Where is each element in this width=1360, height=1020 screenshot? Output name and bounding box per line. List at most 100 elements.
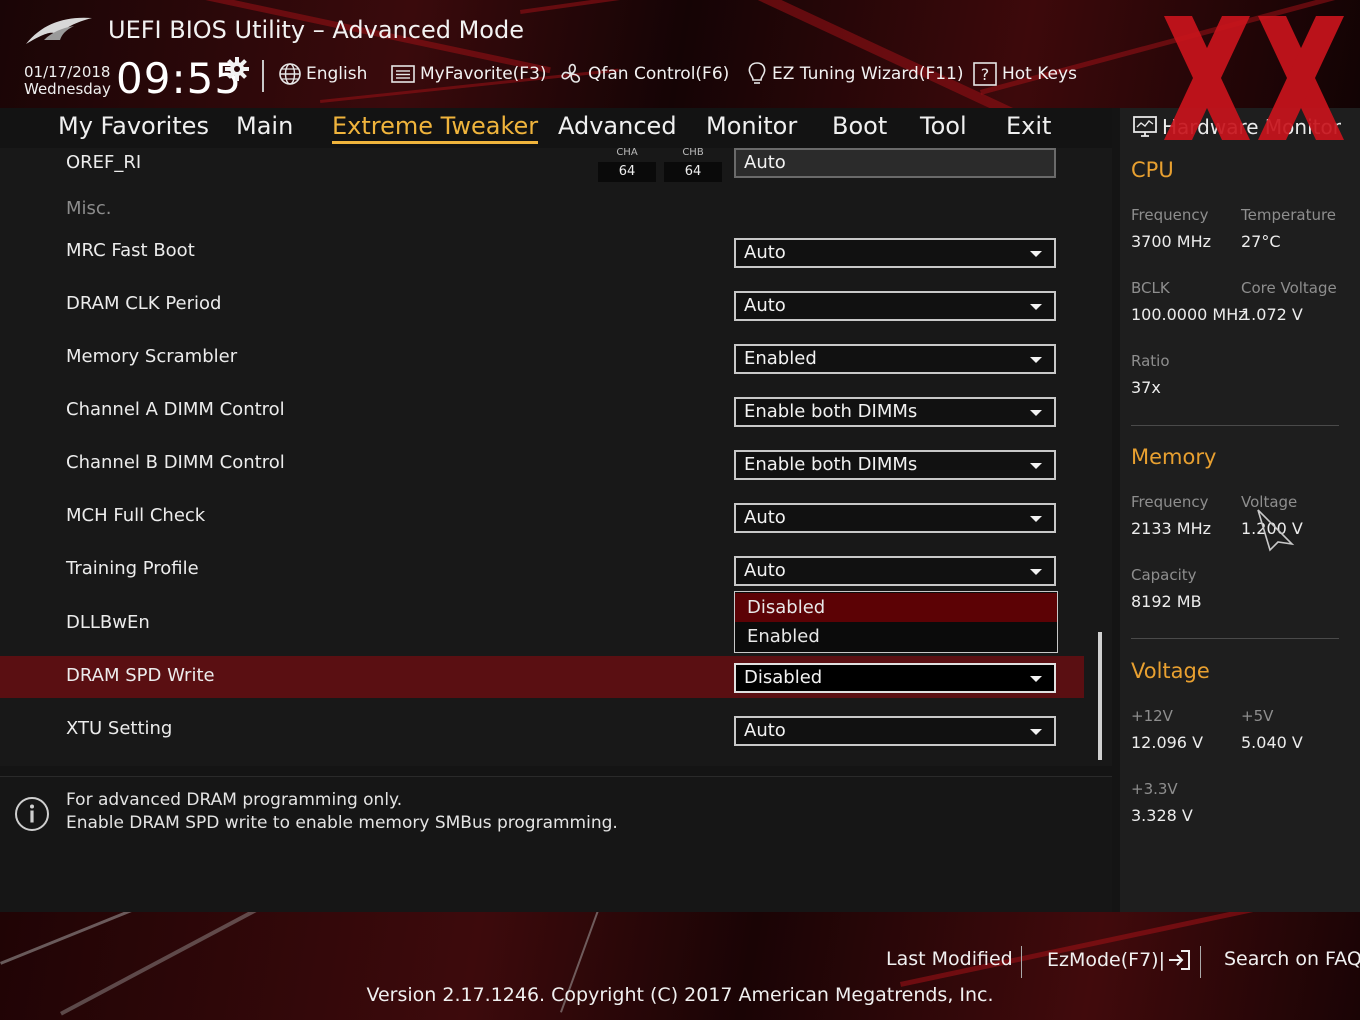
ez-tuning-label: EZ Tuning Wizard(F11): [772, 64, 964, 84]
footer-divider: [1021, 946, 1022, 978]
dropdown-popup: Disabled Enabled: [734, 591, 1058, 653]
watermark-logo-icon: [1164, 16, 1344, 140]
chevron-down-icon: [1030, 463, 1042, 469]
ez-tuning-button[interactable]: EZ Tuning Wizard(F11): [746, 60, 964, 88]
tab-monitor[interactable]: Monitor: [706, 112, 797, 140]
hw-divider: [1131, 425, 1339, 426]
v12-label: +12V: [1131, 707, 1173, 725]
ratio-label: Ratio: [1131, 352, 1170, 370]
tab-extreme-tweaker[interactable]: Extreme Tweaker: [332, 112, 539, 144]
chevron-down-icon: [1030, 304, 1042, 310]
hotkeys-button[interactable]: ? Hot Keys: [972, 60, 1077, 88]
bclk-label: BCLK: [1131, 279, 1170, 297]
channel-a-dimm-value: Enable both DIMMs: [744, 401, 918, 422]
page-title: UEFI BIOS Utility – Advanced Mode: [108, 16, 524, 44]
memory-capacity-value: 8192 MB: [1131, 592, 1202, 611]
cpu-section-title: CPU: [1131, 158, 1174, 182]
mch-full-check-dropdown[interactable]: Auto: [734, 503, 1056, 533]
chevron-down-icon: [1030, 516, 1042, 522]
chevron-down-icon: [1030, 357, 1042, 363]
misc-section-label: Misc.: [66, 198, 112, 219]
ratio-value: 37x: [1131, 378, 1161, 397]
tab-exit[interactable]: Exit: [1006, 112, 1051, 140]
settings-scrollbar[interactable]: [1098, 632, 1102, 760]
chb-value-box: 64: [664, 162, 722, 182]
cpu-temperature-value: 27°C: [1241, 232, 1281, 251]
v12-value: 12.096 V: [1131, 733, 1204, 752]
qfan-button[interactable]: Qfan Control(F6): [558, 60, 729, 88]
xtu-setting-dropdown[interactable]: Auto: [734, 716, 1056, 746]
myfavorite-button[interactable]: MyFavorite(F3): [390, 60, 547, 88]
setting-label-xtu-setting: XTU Setting: [66, 718, 173, 739]
cpu-frequency-label: Frequency: [1131, 206, 1209, 224]
core-voltage-label: Core Voltage: [1241, 279, 1337, 297]
memory-scrambler-dropdown[interactable]: Enabled: [734, 344, 1056, 374]
v5-label: +5V: [1241, 707, 1274, 725]
dram-clk-period-dropdown[interactable]: Auto: [734, 291, 1056, 321]
oref-ri-value: Auto: [744, 152, 786, 173]
exit-arrow-icon: [1169, 950, 1190, 970]
chb-header: CHB: [682, 148, 704, 158]
mch-full-check-value: Auto: [744, 507, 786, 528]
channel-a-dimm-dropdown[interactable]: Enable both DIMMs: [734, 397, 1056, 427]
xtu-setting-value: Auto: [744, 720, 786, 741]
training-profile-value: Auto: [744, 560, 786, 581]
tab-my-favorites[interactable]: My Favorites: [58, 112, 209, 140]
popup-option-disabled[interactable]: Disabled: [735, 593, 1057, 622]
ezmode-button[interactable]: EzMode(F7)|: [1047, 948, 1193, 972]
hotkeys-label: Hot Keys: [1002, 64, 1077, 84]
hw-divider: [1131, 638, 1339, 639]
info-icon: [15, 797, 49, 831]
help-text-line-1: For advanced DRAM programming only.: [66, 790, 403, 810]
svg-text:?: ?: [981, 65, 990, 84]
tab-tool[interactable]: Tool: [920, 112, 967, 140]
chevron-down-icon: [1030, 569, 1042, 575]
language-button[interactable]: English: [278, 60, 367, 88]
rog-logo-icon: [26, 17, 92, 44]
cha-value-box: 64: [598, 162, 656, 182]
setting-label-channel-b-dimm: Channel B DIMM Control: [66, 452, 285, 473]
help-box-icon: ?: [973, 62, 997, 86]
language-label: English: [306, 64, 368, 84]
memory-scrambler-value: Enabled: [744, 348, 817, 369]
dram-spd-write-value: Disabled: [744, 667, 823, 688]
chevron-down-icon: [1030, 251, 1042, 257]
favorite-list-icon: [391, 65, 415, 83]
tab-main[interactable]: Main: [236, 112, 293, 140]
dram-clk-period-value: Auto: [744, 295, 786, 316]
cpu-frequency-value: 3700 MHz: [1131, 232, 1212, 251]
tab-advanced[interactable]: Advanced: [558, 112, 677, 140]
channel-b-dimm-value: Enable both DIMMs: [744, 454, 918, 475]
chevron-down-icon: [1030, 410, 1042, 416]
memory-section-title: Memory: [1131, 445, 1217, 469]
v33-label: +3.3V: [1131, 780, 1178, 798]
tab-boot[interactable]: Boot: [832, 112, 887, 140]
setting-label-memory-scrambler: Memory Scrambler: [66, 346, 238, 367]
setting-label-mrc-fast-boot: MRC Fast Boot: [66, 240, 195, 261]
last-modified-button[interactable]: Last Modified: [886, 948, 1013, 970]
voltage-section-title: Voltage: [1131, 659, 1210, 683]
last-modified-label: Last Modified: [886, 948, 1013, 970]
setting-label-channel-a-dimm: Channel A DIMM Control: [66, 399, 285, 420]
header-divider: [262, 60, 264, 92]
setting-label-dllbwen: DLLBwEn: [66, 612, 150, 633]
mrc-fast-boot-dropdown[interactable]: Auto: [734, 238, 1056, 268]
setting-label-mch-full-check: MCH Full Check: [66, 505, 206, 526]
v33-value: 3.328 V: [1131, 806, 1193, 825]
help-text-line-2: Enable DRAM SPD write to enable memory S…: [66, 813, 618, 833]
popup-option-enabled[interactable]: Enabled: [735, 622, 1057, 651]
cpu-temperature-label: Temperature: [1241, 206, 1337, 224]
training-profile-dropdown[interactable]: Auto: [734, 556, 1056, 586]
memory-frequency-label: Frequency: [1131, 493, 1209, 511]
gear-icon[interactable]: [224, 56, 250, 82]
dram-spd-write-dropdown[interactable]: Disabled: [734, 663, 1056, 693]
monitor-icon: [1133, 116, 1157, 137]
v5-value: 5.040 V: [1241, 733, 1303, 752]
setting-label-training-profile: Training Profile: [66, 558, 199, 579]
qfan-label: Qfan Control(F6): [588, 64, 730, 84]
settings-panel: OREF_RI CHA CHB 64 64 Auto Misc. MRC Fas…: [0, 148, 1112, 766]
search-faq-label: Search on FAQ: [1224, 948, 1360, 970]
channel-b-dimm-dropdown[interactable]: Enable both DIMMs: [734, 450, 1056, 480]
search-faq-button[interactable]: Search on FAQ: [1224, 948, 1360, 970]
oref-ri-field[interactable]: Auto: [734, 148, 1056, 178]
